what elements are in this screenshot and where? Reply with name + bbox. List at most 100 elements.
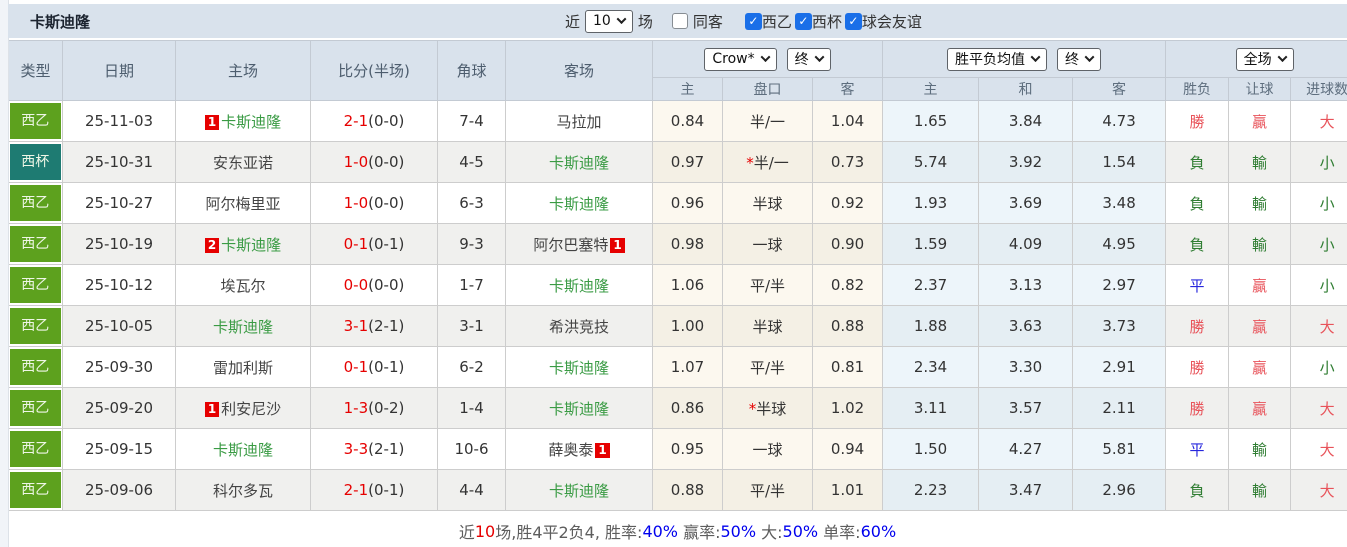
league-checkbox-2[interactable] [844, 12, 862, 30]
odds-company-select[interactable]: Crow* [704, 47, 777, 71]
match-type-badge: 西乙 [9, 349, 61, 385]
avg-period-select[interactable]: 终 [1057, 47, 1102, 71]
league-filters: 西乙西杯球会友谊 [744, 11, 925, 32]
result-goals: 小 [1290, 346, 1347, 388]
match-date: 25-10-05 [62, 305, 176, 347]
handicap-line: 平/半 [722, 264, 813, 306]
home-team-cell: 卡斯迪隆 [175, 305, 311, 347]
away-team-cell: 卡斯迪隆 [505, 346, 653, 388]
summary-segment-4: 赢率: [678, 523, 721, 542]
match-row: 西乙 25-10-05 卡斯迪隆 3-1(2-1) 3-1 希洪竞技 1.00 半球 0.88 1… [8, 305, 1347, 347]
match-type-cell: 西乙 [8, 100, 63, 142]
team-name: 雷加利斯 [212, 358, 273, 377]
page-title: 卡斯迪隆 [30, 12, 91, 31]
match-row: 西乙 25-11-03 1 卡斯迪隆 2-1(0-0) 7-4 马拉加 0.84 半/一 1.04… [8, 100, 1347, 142]
result-goals: 小 [1290, 223, 1347, 265]
league-checkbox-1[interactable] [794, 12, 812, 30]
team-name: 卡斯迪隆 [221, 112, 282, 131]
topbar: 卡斯迪隆 近 10 场 同客 西乙西杯球会友谊 [8, 4, 1347, 38]
fulltime-score: 0-1 [343, 358, 369, 376]
recent-count-select[interactable]: 10 [585, 9, 633, 33]
result-wdl: 勝 [1165, 100, 1230, 142]
fulltime-score: 1-0 [343, 194, 369, 212]
home-team-cell: 2 卡斯迪隆 [175, 223, 311, 265]
fulltime-score: 0-1 [343, 235, 369, 253]
team-name: 卡斯迪隆 [548, 153, 609, 172]
filter-controls: 近 10 场 同客 西乙西杯球会友谊 [565, 4, 925, 38]
match-type-cell: 西乙 [8, 223, 63, 265]
home-team-cell: 1 利安尼沙 [175, 387, 311, 429]
away-team-cell: 马拉加 [505, 100, 653, 142]
scope-select[interactable]: 全场 [1235, 47, 1294, 71]
same-opponent-checkbox[interactable] [671, 13, 688, 29]
recent-count-value: 10 [593, 13, 611, 29]
fulltime-score: 3-1 [343, 317, 369, 335]
match-type-cell: 西杯 [8, 141, 63, 183]
result-handicap: 輸 [1228, 469, 1292, 511]
avg-home: 2.37 [882, 264, 980, 306]
corner-count: 10-6 [437, 428, 506, 470]
match-type-cell: 西乙 [8, 346, 63, 388]
result-goals: 大 [1290, 428, 1347, 470]
odds-away: 0.94 [811, 428, 884, 470]
sub-header-odds-away: 客 [811, 77, 884, 101]
team-name: 马拉加 [556, 112, 602, 131]
handicap-line: *半球 [722, 387, 813, 429]
odds-group-header: Crow* 终 [651, 40, 884, 78]
match-row: 西乙 25-09-15 卡斯迪隆 3-3(2-1) 10-6 薛奥泰 1 0.95 一球 0.94… [8, 428, 1347, 470]
avg-type-select[interactable]: 胜平负均值 [947, 47, 1048, 71]
summary-segment-8: 单率: [818, 523, 861, 542]
match-score: 0-0(0-0) [310, 264, 438, 306]
avg-away: 4.95 [1072, 223, 1167, 265]
handicap-text: 半球 [756, 399, 787, 418]
chevron-down-icon [1084, 51, 1095, 62]
league-checkbox-0[interactable] [744, 12, 762, 30]
home-team-cell: 雷加利斯 [175, 346, 311, 388]
odds-home: 0.88 [652, 469, 723, 511]
halftime-score: (0-0) [368, 194, 405, 212]
team-name: 卡斯迪隆 [548, 481, 609, 500]
result-handicap: 贏 [1228, 100, 1292, 142]
team-name: 卡斯迪隆 [548, 358, 609, 377]
chevron-down-icon [616, 13, 627, 24]
handicap-text: 平/半 [749, 358, 786, 377]
match-row: 西杯 25-10-31 安东亚诺 1-0(0-0) 4-5 卡斯迪隆 0.97 *半/一 0.7… [8, 141, 1347, 183]
team-name: 埃瓦尔 [220, 276, 266, 295]
home-team-cell: 卡斯迪隆 [175, 428, 311, 470]
match-score: 0-1(0-1) [310, 223, 438, 265]
result-handicap: 輸 [1228, 223, 1292, 265]
odds-period-select[interactable]: 终 [786, 47, 831, 71]
avg-draw: 3.30 [978, 346, 1074, 388]
away-team-cell: 卡斯迪隆 [505, 182, 653, 224]
avg-away: 2.91 [1072, 346, 1167, 388]
odds-away: 1.04 [811, 100, 884, 142]
avg-home: 1.93 [882, 182, 980, 224]
avg-home: 5.74 [882, 141, 980, 183]
away-team-cell: 卡斯迪隆 [505, 141, 653, 183]
match-score: 1-0(0-0) [310, 182, 438, 224]
team-name: 利安尼沙 [221, 399, 282, 418]
corner-count: 4-5 [437, 141, 506, 183]
match-score: 1-3(0-2) [310, 387, 438, 429]
handicap-line: 半球 [722, 182, 813, 224]
halftime-score: (2-1) [368, 440, 405, 458]
handicap-line: 半球 [722, 305, 813, 347]
odds-home: 1.07 [652, 346, 723, 388]
result-handicap: 贏 [1228, 305, 1292, 347]
match-score: 0-1(0-1) [310, 346, 438, 388]
handicap-text: 一球 [752, 235, 783, 254]
away-team-cell: 薛奥泰 1 [505, 428, 653, 470]
halftime-score: (2-1) [368, 317, 405, 335]
odds-home: 0.86 [652, 387, 723, 429]
avg-home: 3.11 [882, 387, 980, 429]
sub-header-odds-home: 主 [652, 77, 723, 101]
recent-label: 近 [565, 12, 581, 31]
avg-away: 2.96 [1072, 469, 1167, 511]
match-date: 25-09-06 [62, 469, 176, 511]
sub-header-result-wdl: 胜负 [1165, 77, 1230, 101]
match-row: 西乙 25-09-30 雷加利斯 0-1(0-1) 6-2 卡斯迪隆 1.07 平/半 0.81… [8, 346, 1347, 388]
team-name: 卡斯迪隆 [548, 194, 609, 213]
avg-home: 1.50 [882, 428, 980, 470]
match-score: 3-1(2-1) [310, 305, 438, 347]
team-name: 卡斯迪隆 [212, 440, 273, 459]
